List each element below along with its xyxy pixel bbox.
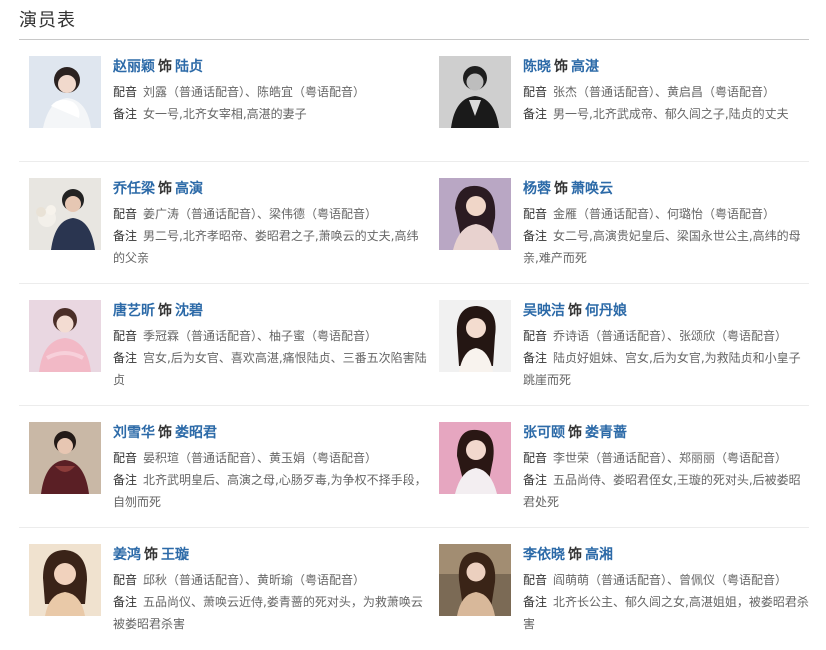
cast-card: 陈晓饰高湛 配音 张杰（普通话配音）、黄启昌（粤语配音） 备注 男一号,北齐武成帝、… xyxy=(429,40,809,162)
actor-name-link[interactable]: 陈晓 xyxy=(523,59,551,75)
cast-name-line: 陈晓饰高湛 xyxy=(523,59,599,75)
role-name-link[interactable]: 高演 xyxy=(175,181,203,197)
note-row: 备注 宫女,后为女官、喜欢高湛,痛恨陆贞、三番五次陷害陆贞 xyxy=(113,351,427,387)
actor-photo[interactable] xyxy=(29,178,101,250)
actor-name-link[interactable]: 赵丽颖 xyxy=(113,59,155,75)
dub-text: 邱秋（普通话配音）、黄昕瑜（粤语配音） xyxy=(143,573,366,587)
cast-list-page: 演员表 赵丽颖饰陆贞 配音 刘露（普通话配音）、陈皓宜（粤语配音） 备注 女一号,北… xyxy=(0,0,826,631)
note-text: 陆贞好姐妹、宫女,后为女官,为救陆贞和小皇子跳崖而死 xyxy=(523,351,801,387)
role-name-link[interactable]: 高湘 xyxy=(585,547,613,563)
note-text: 男二号,北齐孝昭帝、娄昭君之子,萧唤云的丈夫,高纬的父亲 xyxy=(113,229,419,265)
cast-name-line: 刘雪华饰娄昭君 xyxy=(113,425,217,441)
role-name-link[interactable]: 何丹娘 xyxy=(585,303,627,319)
cast-card: 张可颐饰娄青蔷 配音 李世荣（普通话配音）、郑丽丽（粤语配音） 备注 五品尚侍、娄昭… xyxy=(429,406,809,528)
cast-name-line: 杨蓉饰萧唤云 xyxy=(523,181,613,197)
role-name-link[interactable]: 陆贞 xyxy=(175,59,203,75)
note-text: 宫女,后为女官、喜欢高湛,痛恨陆贞、三番五次陷害陆贞 xyxy=(113,351,427,387)
actor-photo[interactable] xyxy=(29,544,101,616)
cast-card: 乔任梁饰高演 配音 姜广涛（普通话配音）、梁伟德（粤语配音） 备注 男二号,北齐孝昭… xyxy=(19,162,429,284)
note-row: 备注 五品尚仪、萧唤云近侍,娄青蔷的死对头，为救萧唤云被娄昭君杀害 xyxy=(113,595,423,631)
role-name-link[interactable]: 娄昭君 xyxy=(175,425,217,441)
role-name-link[interactable]: 高湛 xyxy=(571,59,599,75)
cast-name-line: 吴映洁饰何丹娘 xyxy=(523,303,627,319)
actor-name-link[interactable]: 杨蓉 xyxy=(523,181,551,197)
cast-grid: 赵丽颖饰陆贞 配音 刘露（普通话配音）、陈皓宜（粤语配音） 备注 女一号,北齐女宰相… xyxy=(19,40,809,650)
actor-photo[interactable] xyxy=(439,544,511,616)
dub-row: 配音 金雁（普通话配音）、何璐怡（粤语配音） xyxy=(523,207,776,221)
note-text: 女二号,高演贵妃皇后、梁国永世公主,高纬的母亲,难产而死 xyxy=(523,229,801,265)
note-row: 备注 五品尚侍、娄昭君侄女,王璇的死对头,后被娄昭君处死 xyxy=(523,473,801,509)
cast-name-line: 李依晓饰高湘 xyxy=(523,547,613,563)
dub-row: 配音 乔诗语（普通话配音）、张颂欣（粤语配音） xyxy=(523,329,788,343)
dub-text: 李世荣（普通话配音）、郑丽丽（粤语配音） xyxy=(553,451,788,465)
note-row: 备注 北齐武明皇后、高演之母,心肠歹毒,为争权不择手段，自刎而死 xyxy=(113,473,427,509)
actor-name-link[interactable]: 姜鸿 xyxy=(113,547,141,563)
cast-card: 唐艺昕饰沈碧 配音 季冠霖（普通话配音）、柚子蜜（粤语配音） 备注 宫女,后为女官、… xyxy=(19,284,429,406)
cast-name-line: 唐艺昕饰沈碧 xyxy=(113,303,203,319)
role-name-link[interactable]: 王璇 xyxy=(161,547,189,563)
actor-photo[interactable] xyxy=(439,178,511,250)
dub-row: 配音 季冠霖（普通话配音）、柚子蜜（粤语配音） xyxy=(113,329,378,343)
note-row: 备注 女二号,高演贵妃皇后、梁国永世公主,高纬的母亲,难产而死 xyxy=(523,229,801,265)
note-text: 五品尚仪、萧唤云近侍,娄青蔷的死对头，为救萧唤云被娄昭君杀害 xyxy=(113,595,423,631)
note-text: 五品尚侍、娄昭君侄女,王璇的死对头,后被娄昭君处死 xyxy=(523,473,801,509)
actor-photo[interactable] xyxy=(439,300,511,372)
dub-row: 配音 阎萌萌（普通话配音）、曾佩仪（粤语配音） xyxy=(523,573,788,587)
cast-card: 吴映洁饰何丹娘 配音 乔诗语（普通话配音）、张颂欣（粤语配音） 备注 陆贞好姐妹、宫… xyxy=(429,284,809,406)
cast-name-line: 姜鸿饰王璇 xyxy=(113,547,189,563)
cast-name-line: 张可颐饰娄青蔷 xyxy=(523,425,627,441)
dub-row: 配音 晏积瑄（普通话配音）、黄玉娟（粤语配音） xyxy=(113,451,378,465)
cast-card: 刘雪华饰娄昭君 配音 晏积瑄（普通话配音）、黄玉娟（粤语配音） 备注 北齐武明皇后、… xyxy=(19,406,429,528)
cast-name-line: 赵丽颖饰陆贞 xyxy=(113,59,203,75)
dub-text: 张杰（普通话配音）、黄启昌（粤语配音） xyxy=(553,85,776,99)
actor-name-link[interactable]: 刘雪华 xyxy=(113,425,155,441)
actor-photo[interactable] xyxy=(29,300,101,372)
dub-row: 配音 邱秋（普通话配音）、黄昕瑜（粤语配音） xyxy=(113,573,366,587)
note-text: 男一号,北齐武成帝、郁久闾之子,陆贞的丈夫 xyxy=(553,107,789,121)
role-name-link[interactable]: 娄青蔷 xyxy=(585,425,627,441)
actor-photo[interactable] xyxy=(439,422,511,494)
dub-text: 季冠霖（普通话配音）、柚子蜜（粤语配音） xyxy=(143,329,378,343)
actor-name-link[interactable]: 张可颐 xyxy=(523,425,565,441)
dub-text: 姜广涛（普通话配音）、梁伟德（粤语配音） xyxy=(143,207,378,221)
actor-photo[interactable] xyxy=(29,56,101,128)
dub-row: 配音 李世荣（普通话配音）、郑丽丽（粤语配音） xyxy=(523,451,788,465)
section-title: 演员表 xyxy=(19,10,76,31)
role-name-link[interactable]: 沈碧 xyxy=(175,303,203,319)
note-row: 备注 陆贞好姐妹、宫女,后为女官,为救陆贞和小皇子跳崖而死 xyxy=(523,351,801,387)
dub-text: 刘露（普通话配音）、陈皓宜（粤语配音） xyxy=(143,85,366,99)
note-row: 备注 女一号,北齐女宰相,高湛的妻子 xyxy=(113,107,307,121)
actor-name-link[interactable]: 李依晓 xyxy=(523,547,565,563)
actor-name-link[interactable]: 唐艺昕 xyxy=(113,303,155,319)
dub-row: 配音 刘露（普通话配音）、陈皓宜（粤语配音） xyxy=(113,85,366,99)
dub-text: 乔诗语（普通话配音）、张颂欣（粤语配音） xyxy=(553,329,788,343)
dub-text: 金雁（普通话配音）、何璐怡（粤语配音） xyxy=(553,207,776,221)
actor-name-link[interactable]: 乔任梁 xyxy=(113,181,155,197)
dub-row: 配音 张杰（普通话配音）、黄启昌（粤语配音） xyxy=(523,85,776,99)
cast-name-line: 乔任梁饰高演 xyxy=(113,181,203,197)
note-text: 女一号,北齐女宰相,高湛的妻子 xyxy=(143,107,307,121)
dub-text: 阎萌萌（普通话配音）、曾佩仪（粤语配音） xyxy=(553,573,788,587)
dub-text: 晏积瑄（普通话配音）、黄玉娟（粤语配音） xyxy=(143,451,378,465)
cast-card: 姜鸿饰王璇 配音 邱秋（普通话配音）、黄昕瑜（粤语配音） 备注 五品尚仪、萧唤云近侍… xyxy=(19,528,429,650)
cast-card: 赵丽颖饰陆贞 配音 刘露（普通话配音）、陈皓宜（粤语配音） 备注 女一号,北齐女宰相… xyxy=(19,40,429,162)
note-row: 备注 北齐长公主、郁久闾之女,高湛姐姐，被娄昭君杀害 xyxy=(523,595,809,631)
dub-row: 配音 姜广涛（普通话配音）、梁伟德（粤语配音） xyxy=(113,207,378,221)
note-text: 北齐长公主、郁久闾之女,高湛姐姐，被娄昭君杀害 xyxy=(523,595,809,631)
note-row: 备注 男一号,北齐武成帝、郁久闾之子,陆贞的丈夫 xyxy=(523,107,789,121)
actor-photo[interactable] xyxy=(29,422,101,494)
actor-name-link[interactable]: 吴映洁 xyxy=(523,303,565,319)
cast-card: 李依晓饰高湘 配音 阎萌萌（普通话配音）、曾佩仪（粤语配音） 备注 北齐长公主、郁久… xyxy=(429,528,809,650)
note-text: 北齐武明皇后、高演之母,心肠歹毒,为争权不择手段，自刎而死 xyxy=(113,473,427,509)
actor-photo[interactable] xyxy=(439,56,511,128)
cast-card: 杨蓉饰萧唤云 配音 金雁（普通话配音）、何璐怡（粤语配音） 备注 女二号,高演贵妃皇… xyxy=(429,162,809,284)
note-row: 备注 男二号,北齐孝昭帝、娄昭君之子,萧唤云的丈夫,高纬的父亲 xyxy=(113,229,419,265)
role-name-link[interactable]: 萧唤云 xyxy=(571,181,613,197)
